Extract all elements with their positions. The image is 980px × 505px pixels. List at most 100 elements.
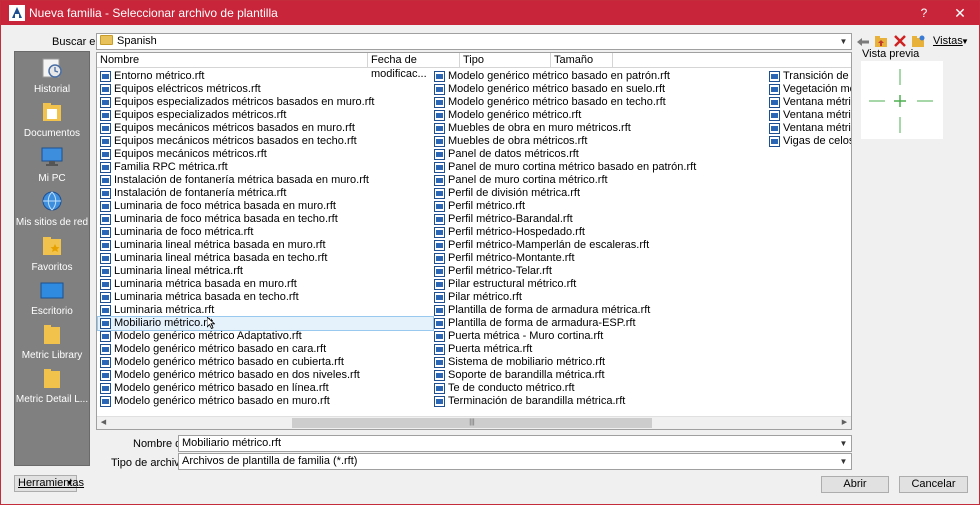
file-item[interactable]: Perfil métrico-Mamperlán de escaleras.rf…: [432, 239, 765, 252]
rft-file-icon: [434, 71, 445, 82]
horizontal-scrollbar[interactable]: ◀ ||| ▶: [97, 416, 851, 429]
place-documentos[interactable]: Documentos: [15, 100, 89, 139]
file-item[interactable]: Entorno métrico.rft: [98, 70, 433, 83]
views-chevron-icon[interactable]: ▼: [961, 37, 969, 46]
file-item[interactable]: Puerta métrica.rft: [432, 343, 765, 356]
file-item[interactable]: Panel de datos métricos.rft: [432, 148, 765, 161]
file-list[interactable]: Nombre Fecha de modificac... Tipo Tamaño…: [96, 52, 852, 430]
place-favoritos[interactable]: Favoritos: [15, 234, 89, 273]
tools-button[interactable]: Herramientas ▼: [14, 475, 84, 492]
file-name: Vegetación métric: [783, 83, 851, 95]
cancel-button[interactable]: Cancelar: [899, 476, 968, 493]
file-item[interactable]: Modelo genérico métrico basado en patrón…: [432, 70, 765, 83]
up-folder-icon[interactable]: [874, 34, 888, 48]
file-item[interactable]: Muebles de obra en muro métricos.rft: [432, 122, 765, 135]
place-mis-sitios-de-red[interactable]: Mis sitios de red: [15, 189, 89, 228]
file-item[interactable]: Vegetación métric: [767, 83, 851, 96]
file-item[interactable]: Modelo genérico métrico.rft: [432, 109, 765, 122]
place-metric-detail-library[interactable]: Metric Detail L...: [15, 366, 89, 405]
place-mi-pc[interactable]: Mi PC: [15, 145, 89, 184]
file-item[interactable]: Luminaria lineal métrica.rft: [98, 265, 433, 278]
place-escritorio[interactable]: Escritorio: [15, 278, 89, 317]
help-button[interactable]: ?: [905, 1, 943, 25]
file-item[interactable]: Luminaria de foco métrica.rft: [98, 226, 433, 239]
scroll-left-icon[interactable]: ◀: [97, 417, 110, 429]
open-button[interactable]: Abrir: [821, 476, 889, 493]
file-item[interactable]: Equipos mecánicos métricos.rft: [98, 148, 433, 161]
file-item[interactable]: Equipos mecánicos métricos basados en te…: [98, 135, 433, 148]
file-item[interactable]: Modelo genérico métrico basado en muro.r…: [98, 395, 433, 408]
file-item[interactable]: Sistema de mobiliario métrico.rft: [432, 356, 765, 369]
file-item[interactable]: Vigas de celosía c: [767, 135, 851, 148]
file-item[interactable]: Modelo genérico métrico basado en cara.r…: [98, 343, 433, 356]
rft-file-icon: [100, 305, 111, 316]
file-item[interactable]: Modelo genérico métrico basado en cubier…: [98, 356, 433, 369]
scroll-right-icon[interactable]: ▶: [838, 417, 851, 429]
views-menu[interactable]: Vistas: [933, 35, 963, 47]
file-item[interactable]: Soporte de barandilla métrica.rft: [432, 369, 765, 382]
rft-file-icon: [100, 357, 111, 368]
file-item[interactable]: Ventana métrica c: [767, 109, 851, 122]
filename-input[interactable]: Mobiliario métrico.rft ▼: [178, 435, 852, 452]
file-item[interactable]: Te de conducto métrico.rft: [432, 382, 765, 395]
column-header-size[interactable]: Tamaño: [551, 53, 613, 68]
file-item[interactable]: Luminaria métrica.rft: [98, 304, 433, 317]
file-item[interactable]: Luminaria lineal métrica basada en techo…: [98, 252, 433, 265]
scroll-thumb[interactable]: |||: [292, 418, 652, 428]
file-item[interactable]: Instalación de fontanería métrica basada…: [98, 174, 433, 187]
file-item[interactable]: Panel de muro cortina métrico.rft: [432, 174, 765, 187]
file-item[interactable]: Perfil métrico-Telar.rft: [432, 265, 765, 278]
file-item[interactable]: Equipos especializados métricos.rft: [98, 109, 433, 122]
file-item[interactable]: Luminaria de foco métrica basada en muro…: [98, 200, 433, 213]
file-item[interactable]: Modelo genérico métrico basado en suelo.…: [432, 83, 765, 96]
chevron-down-icon[interactable]: ▼: [836, 454, 851, 469]
file-item[interactable]: Luminaria métrica basada en muro.rft: [98, 278, 433, 291]
file-item[interactable]: Plantilla de forma de armadura-ESP.rft: [432, 317, 765, 330]
file-item[interactable]: Transición de con: [767, 70, 851, 83]
file-item[interactable]: Modelo genérico métrico basado en línea.…: [98, 382, 433, 395]
file-item[interactable]: Familia RPC métrica.rft: [98, 161, 433, 174]
column-header-type[interactable]: Tipo: [460, 53, 551, 68]
file-item[interactable]: Modelo genérico métrico basado en dos ni…: [98, 369, 433, 382]
place-historial[interactable]: Historial: [15, 56, 89, 95]
rft-file-icon: [100, 344, 111, 355]
file-item[interactable]: Pilar métrico.rft: [432, 291, 765, 304]
file-item[interactable]: Ventana métrica -: [767, 96, 851, 109]
rft-file-icon: [100, 97, 111, 108]
chevron-down-icon[interactable]: ▼: [836, 436, 851, 451]
file-item[interactable]: Instalación de fontanería métrica.rft: [98, 187, 433, 200]
file-item[interactable]: Perfil métrico-Montante.rft: [432, 252, 765, 265]
file-item[interactable]: Pilar estructural métrico.rft: [432, 278, 765, 291]
file-item[interactable]: Mobiliario métrico.rft: [97, 316, 434, 331]
file-item[interactable]: Ventana métrica.r: [767, 122, 851, 135]
file-item[interactable]: Equipos especializados métricos basados …: [98, 96, 433, 109]
column-header-name[interactable]: Nombre: [97, 53, 368, 68]
file-item[interactable]: Modelo genérico métrico basado en techo.…: [432, 96, 765, 109]
file-item[interactable]: Plantilla de forma de armadura métrica.r…: [432, 304, 765, 317]
rft-file-icon: [434, 396, 445, 407]
file-item[interactable]: Perfil métrico.rft: [432, 200, 765, 213]
file-item[interactable]: Perfil métrico-Hospedado.rft: [432, 226, 765, 239]
place-label: Favoritos: [31, 262, 73, 273]
delete-icon[interactable]: [893, 34, 907, 48]
file-item[interactable]: Perfil de división métrica.rft: [432, 187, 765, 200]
filetype-select[interactable]: Archivos de plantilla de familia (*.rft)…: [178, 453, 852, 470]
close-button[interactable]: ✕: [941, 1, 979, 25]
file-item[interactable]: Panel de muro cortina métrico basado en …: [432, 161, 765, 174]
title-bar[interactable]: Nueva familia - Seleccionar archivo de p…: [1, 1, 979, 25]
lookin-combo[interactable]: Spanish ▼: [96, 33, 852, 50]
file-item[interactable]: Puerta métrica - Muro cortina.rft: [432, 330, 765, 343]
file-item[interactable]: Terminación de barandilla métrica.rft: [432, 395, 765, 408]
file-item[interactable]: Muebles de obra métricos.rft: [432, 135, 765, 148]
new-folder-icon[interactable]: [911, 34, 925, 48]
file-item[interactable]: Equipos eléctricos métricos.rft: [98, 83, 433, 96]
file-item[interactable]: Perfil métrico-Barandal.rft: [432, 213, 765, 226]
back-icon[interactable]: [856, 35, 870, 49]
file-item[interactable]: Modelo genérico métrico Adaptativo.rft: [98, 330, 433, 343]
file-item[interactable]: Equipos mecánicos métricos basados en mu…: [98, 122, 433, 135]
file-item[interactable]: Luminaria métrica basada en techo.rft: [98, 291, 433, 304]
column-header-date[interactable]: Fecha de modificac...: [368, 53, 460, 80]
file-item[interactable]: Luminaria lineal métrica basada en muro.…: [98, 239, 433, 252]
file-item[interactable]: Luminaria de foco métrica basada en tech…: [98, 213, 433, 226]
place-metric-library[interactable]: Metric Library: [15, 322, 89, 361]
